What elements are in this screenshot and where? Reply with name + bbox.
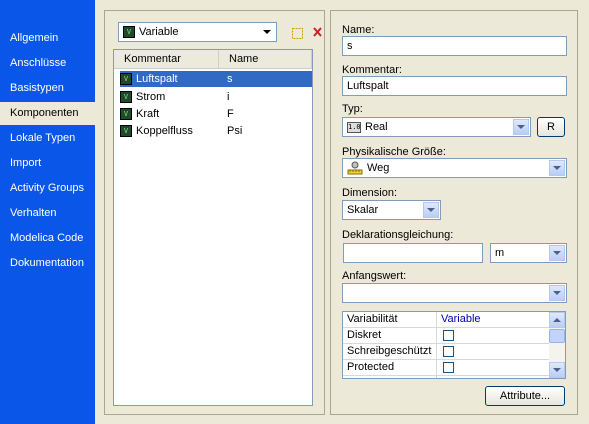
dimension-value: Skalar (347, 204, 379, 216)
name-label: Name: (342, 24, 375, 36)
protected-checkbox[interactable] (443, 362, 454, 373)
chevron-down-icon (423, 202, 439, 218)
navigation-sidebar: Allgemein Anschlüsse Basistypen Komponen… (0, 0, 95, 424)
real-type-icon: 1.0 (347, 121, 361, 133)
comment-input[interactable]: Luftspalt (342, 76, 567, 96)
nav-item-verhalten[interactable]: Verhalten (0, 202, 95, 225)
variable-icon: V (120, 125, 132, 137)
delete-component-icon[interactable] (310, 26, 324, 40)
name-input[interactable]: s (342, 36, 567, 56)
initial-value-select[interactable] (342, 283, 567, 303)
physical-quantity-label: Physikalische Größe: (342, 146, 446, 158)
type-reference-button[interactable]: R (537, 117, 565, 137)
physical-quantity-select[interactable]: Weg (342, 158, 567, 178)
row-name: F (227, 108, 234, 120)
row-comment: Strom (136, 91, 166, 103)
nav-item-modelica-code[interactable]: Modelica Code (0, 227, 95, 250)
new-component-icon[interactable] (291, 27, 305, 41)
type-select[interactable]: 1.0 Real (342, 117, 531, 137)
dimension-select[interactable]: Skalar (342, 200, 441, 220)
list-header: Kommentar Name (114, 50, 312, 69)
nav-item-komponenten[interactable]: Komponenten (0, 102, 95, 125)
grid-row-protected[interactable]: Protected (343, 360, 549, 376)
grid-value: Variable (441, 313, 481, 325)
chevron-down-icon (549, 285, 565, 301)
attributes-grid: Variabilität Variable Diskret Schreibges… (342, 311, 566, 379)
scroll-thumb[interactable] (549, 329, 565, 343)
unit-value: m (495, 247, 505, 259)
scroll-down-icon[interactable] (549, 362, 565, 378)
chevron-down-icon (549, 160, 565, 176)
declaration-equation-label: Deklarationsgleichung: (342, 229, 454, 241)
attributes-scrollbar[interactable] (549, 312, 565, 378)
variable-icon: V (120, 91, 132, 103)
discrete-checkbox[interactable] (443, 330, 454, 341)
nav-item-dokumentation[interactable]: Dokumentation (0, 252, 95, 275)
grid-key: Schreibgeschützt (347, 345, 432, 357)
readonly-checkbox[interactable] (443, 346, 454, 357)
physical-quantity-value: Weg (367, 162, 390, 174)
component-filter-select[interactable]: V Variable (118, 22, 277, 42)
grid-key: Protected (347, 361, 395, 373)
list-row-strom[interactable]: V Strom i (120, 89, 312, 105)
chevron-down-icon (513, 119, 529, 135)
nav-item-lokale-typen[interactable]: Lokale Typen (0, 127, 95, 150)
nav-item-allgemein[interactable]: Allgemein (0, 27, 95, 50)
initial-value-label: Anfangswert: (342, 270, 407, 282)
row-comment: Kraft (136, 108, 160, 120)
grid-row-variability[interactable]: Variabilität Variable (343, 312, 549, 328)
declaration-equation-input[interactable] (343, 243, 483, 263)
grid-key: Variabilität (347, 313, 398, 325)
column-header-kommentar[interactable]: Kommentar (114, 50, 219, 69)
list-row-kraft[interactable]: V Kraft F (120, 106, 312, 122)
grid-key: Diskret (347, 329, 382, 341)
chevron-down-icon (549, 245, 565, 261)
nav-item-activity-groups[interactable]: Activity Groups (0, 177, 95, 200)
row-name: i (227, 91, 230, 103)
row-comment: Luftspalt (136, 73, 178, 85)
variable-icon: V (120, 73, 132, 85)
nav-item-import[interactable]: Import (0, 152, 95, 175)
comment-label: Kommentar: (342, 64, 402, 76)
scroll-up-icon[interactable] (549, 312, 565, 328)
measure-icon (347, 161, 363, 175)
attribute-button[interactable]: Attribute... (485, 386, 565, 406)
nav-item-basistypen[interactable]: Basistypen (0, 77, 95, 100)
variable-icon: V (120, 108, 132, 120)
nav-item-anschluesse[interactable]: Anschlüsse (0, 52, 95, 75)
list-row-koppelfluss[interactable]: V Koppelfluss Psi (120, 123, 312, 139)
attribute-button-label: Attribute... (499, 390, 551, 402)
column-header-name[interactable]: Name (219, 50, 312, 69)
unit-select[interactable]: m (490, 243, 567, 263)
components-list: Kommentar Name V Luftspalt s V Strom i V Kr… (113, 49, 313, 406)
variable-icon: V (123, 26, 135, 38)
list-row-luftspalt[interactable]: V Luftspalt s (120, 71, 312, 87)
chevron-down-icon (259, 24, 275, 40)
row-comment: Koppelfluss (136, 125, 193, 137)
type-label: Typ: (342, 103, 363, 115)
row-name: Psi (227, 125, 243, 137)
type-value: Real (365, 121, 388, 133)
grid-row-readonly[interactable]: Schreibgeschützt (343, 344, 549, 360)
dimension-label: Dimension: (342, 187, 398, 199)
grid-row-discrete[interactable]: Diskret (343, 328, 549, 344)
component-filter-value: Variable (139, 26, 179, 38)
row-name: s (227, 73, 233, 85)
